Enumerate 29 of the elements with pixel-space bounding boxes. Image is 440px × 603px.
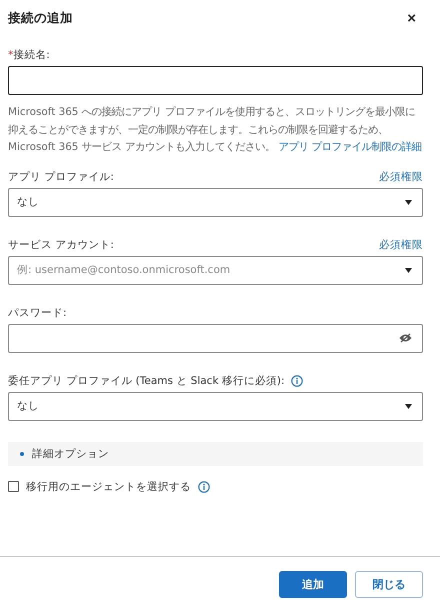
caret-icon xyxy=(405,268,412,272)
password-field[interactable] xyxy=(8,324,423,352)
checkbox-label: 移行用のエージェントを選択する xyxy=(26,480,191,494)
permissions-link[interactable]: 必須権限 xyxy=(379,170,423,184)
checkbox[interactable] xyxy=(8,481,19,492)
eye-hidden-icon[interactable] xyxy=(399,333,412,343)
dropdown-field[interactable]: なし xyxy=(8,188,423,216)
add-button[interactable]: 追加 xyxy=(279,571,347,598)
permissions-link[interactable]: 必須権限 xyxy=(379,238,423,252)
dropdown-field[interactable]: なし xyxy=(8,392,423,420)
details-link[interactable]: アプリ プロファイル制限の詳細 xyxy=(278,141,422,153)
dialog-title: 接続の追加 xyxy=(8,10,73,26)
text-field[interactable] xyxy=(8,66,423,95)
field-label: 委任アプリ プロファイル (Teams と Slack 移行に必須): xyxy=(8,374,285,388)
bullet-icon xyxy=(20,452,24,456)
caret-icon xyxy=(405,200,412,204)
section-header[interactable]: 詳細オプション xyxy=(8,442,423,466)
close-button[interactable]: 閉じる xyxy=(355,571,423,598)
close-button[interactable]: × xyxy=(405,10,418,26)
info-icon[interactable] xyxy=(290,374,303,386)
dropdown-field[interactable]: 例: username@contoso.onmicrosoft.com xyxy=(8,256,423,284)
description-text: Microsoft 365 への接続にアプリ プロファイルを使用すると、スロットリングを最小限に抑えることができますが、一定の制限が存在します。これらの制限を回避するため、Microsoft 365 サービス アカウントも入力してください。 アプリ プロファイル制限の詳細 xyxy=(8,105,423,155)
caret-icon xyxy=(405,404,412,408)
field-label: *接続名: xyxy=(8,48,50,62)
info-icon[interactable] xyxy=(198,480,210,492)
field-label: パスワード: xyxy=(8,306,67,320)
section-label: 詳細オプション xyxy=(32,446,109,460)
field-label: アプリ プロファイル: xyxy=(8,170,114,184)
field-label: サービス アカウント: xyxy=(8,238,114,252)
